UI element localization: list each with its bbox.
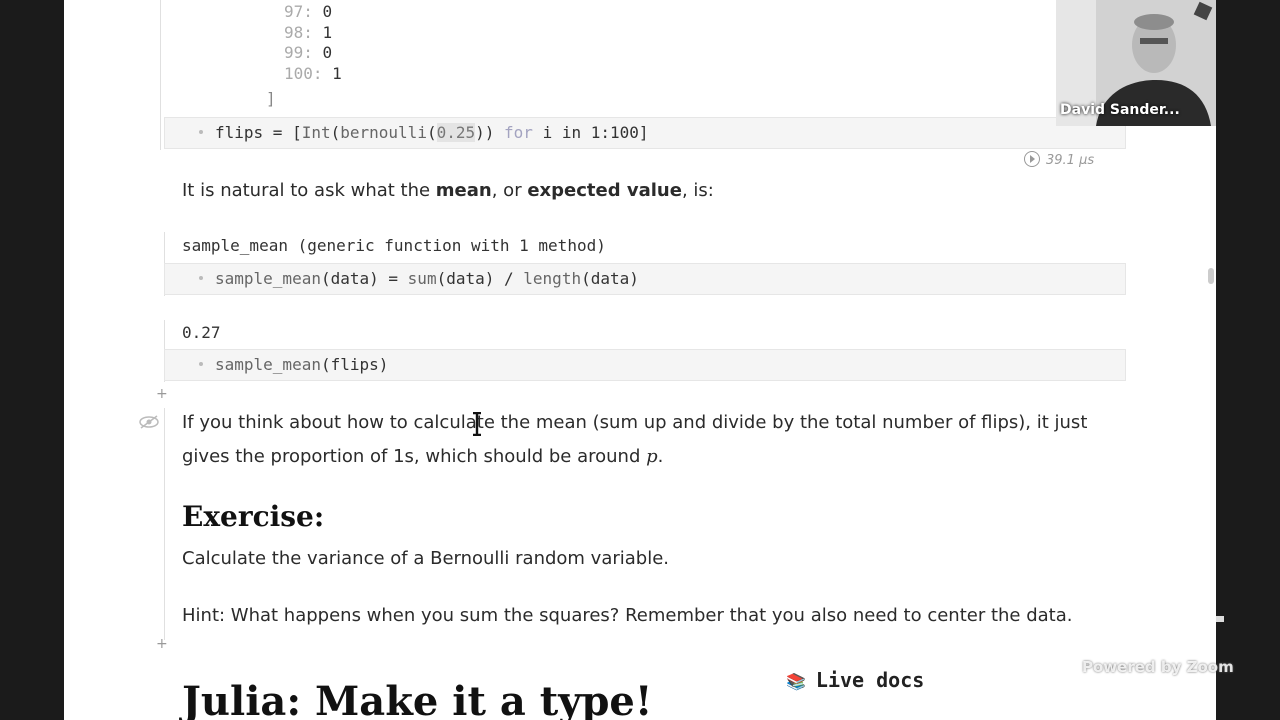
mit-logo-icon [1158,616,1224,646]
participant-video[interactable]: David Sander... [1056,0,1216,126]
cell-left-border [164,408,165,640]
runtime-badge[interactable]: 39.1 µs [1024,151,1094,168]
run-icon[interactable] [1024,151,1040,167]
exercise-task: Calculate the variance of a Bernoulli ra… [182,548,670,569]
cell-drag-handle[interactable] [199,276,203,280]
cell-drag-handle[interactable] [199,362,203,366]
mean-paragraph-line1: If you think about how to calculate the … [182,412,1088,433]
sample-mean-code[interactable]: sample_mean(data) = sum(data) / length(d… [215,269,639,288]
array-close-bracket: ] [266,89,276,108]
live-docs-button[interactable]: 📚 Live docs [786,668,924,692]
array-row: 100: 1 [284,64,342,83]
exercise-heading: Exercise: [182,500,325,533]
flips-code[interactable]: flips = [Int(bernoulli(0.25)) for i in 1… [215,123,649,142]
flips-mean-code[interactable]: sample_mean(flips) [215,355,388,374]
cell-left-border [160,0,161,150]
add-cell-plus-icon[interactable]: + [156,386,168,402]
hide-code-eye-icon[interactable] [138,414,160,434]
text-cursor-icon [473,412,481,436]
sample-mean-code-cell[interactable]: sample_mean(data) = sum(data) / length(d… [164,263,1126,295]
section-heading: Julia: Make it a type! [182,678,653,720]
add-cell-plus-icon[interactable]: + [156,636,168,652]
array-row: 99: 0 [284,43,333,62]
exercise-hint: Hint: What happens when you sum the squa… [182,605,1073,626]
array-row: 97: 0 [284,2,333,21]
cell-drag-handle[interactable] [199,130,203,134]
mean-intro-text: It is natural to ask what the mean, or e… [182,180,714,201]
zoom-watermark: Powered by Zoom [1082,658,1234,676]
array-row: 98: 1 [284,23,333,42]
flips-mean-code-cell[interactable]: sample_mean(flips) [164,349,1126,381]
books-icon: 📚 [786,672,806,691]
scrollbar-thumb[interactable] [1208,268,1214,284]
mean-paragraph-line2: gives the proportion of 1s, which should… [182,446,664,467]
notebook-page: 97: 0 98: 1 99: 0 100: 1 ] flips = [Int(… [64,0,1216,720]
flips-mean-output: 0.27 [182,323,221,342]
flips-code-cell[interactable]: flips = [Int(bernoulli(0.25)) for i in 1… [164,117,1126,149]
participant-name: David Sander... [1060,102,1180,118]
sample-mean-output: sample_mean (generic function with 1 met… [182,236,606,255]
